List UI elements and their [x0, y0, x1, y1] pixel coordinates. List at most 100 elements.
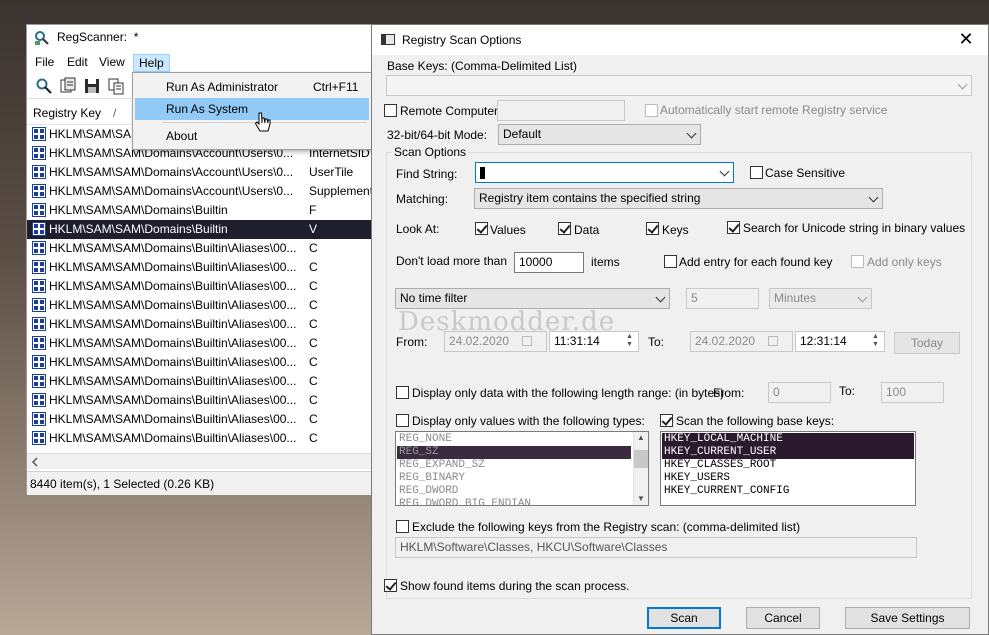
results-list[interactable]: HKLM\SAM\SAM HKLM\SAM\SAM\Domains\Account…: [27, 125, 375, 453]
table-row[interactable]: HKLM\SAM\SAM\Domains\Builtin F: [27, 201, 375, 220]
list-item[interactable]: REG_EXPAND_SZ: [397, 459, 631, 472]
scan-options-label: Scan Options: [392, 145, 469, 159]
length-from-input[interactable]: 0: [768, 382, 831, 403]
list-item[interactable]: HKEY_CURRENT_USER: [662, 446, 914, 459]
close-icon[interactable]: ✕: [955, 29, 977, 51]
table-row[interactable]: HKLM\SAM\SAM\Domains\Account\Users\0... S…: [27, 182, 375, 201]
menu-help[interactable]: Help: [133, 54, 170, 72]
table-row[interactable]: HKLM\SAM\SAM\Domains\Builtin\Aliases\00.…: [27, 239, 375, 258]
scan-icon[interactable]: [35, 77, 53, 95]
list-item[interactable]: REG_BINARY: [397, 472, 631, 485]
dialog-title-bar[interactable]: Registry Scan Options ✕: [372, 25, 988, 55]
mode-select[interactable]: Default: [498, 124, 701, 145]
list-item[interactable]: HKEY_CLASSES_ROOT: [662, 459, 914, 472]
scroll-thumb[interactable]: [634, 450, 648, 468]
export-icon[interactable]: [59, 77, 77, 95]
menu-item-label: Run As System: [166, 102, 249, 116]
today-button[interactable]: Today: [894, 332, 960, 354]
list-item[interactable]: HKEY_LOCAL_MACHINE: [662, 433, 914, 446]
add-only-keys-checkbox[interactable]: [851, 255, 864, 268]
table-row[interactable]: HKLM\SAM\SAM\Domains\Builtin\Aliases\00.…: [27, 334, 375, 353]
value-types-listbox[interactable]: REG_DWORD_BIG_ENDIAN REG_DWORD REG_BINARY R…: [395, 431, 649, 506]
menu-item-run-as-administrator[interactable]: Run As Administrator Ctrl+F11: [135, 76, 369, 98]
cancel-button[interactable]: Cancel: [746, 607, 820, 629]
regscanner-title-bar[interactable]: RegScanner: *: [27, 25, 375, 51]
table-row[interactable]: HKLM\SAM\SAM\Domains\Builtin\Aliases\00.…: [27, 410, 375, 429]
remote-computer-input[interactable]: [497, 100, 625, 121]
to-date-picker[interactable]: 24.02.2020: [690, 331, 793, 352]
value-types-checkbox[interactable]: [396, 414, 409, 427]
scroll-left-icon[interactable]: [30, 457, 40, 467]
menu-item-about[interactable]: About: [135, 125, 369, 147]
max-items-input[interactable]: 10000: [514, 252, 584, 273]
base-keys-combo[interactable]: [386, 75, 972, 96]
look-at-data-checkbox[interactable]: [558, 222, 571, 235]
registry-value-cell: Supplement: [309, 184, 374, 198]
registry-entry-icon: [32, 222, 46, 236]
time-amount-input[interactable]: 5: [686, 288, 759, 309]
scan-button[interactable]: Scan: [647, 607, 721, 629]
table-row[interactable]: HKLM\SAM\SAM\Domains\Builtin V: [27, 220, 375, 239]
scroll-up-icon[interactable]: ▲: [637, 433, 645, 442]
table-row[interactable]: HKLM\SAM\SAM\Domains\Builtin\Aliases\00.…: [27, 315, 375, 334]
to-date-value: 24.02.2020: [695, 334, 756, 348]
table-row[interactable]: HKLM\SAM\SAM\Domains\Builtin\Aliases\00.…: [27, 391, 375, 410]
look-at-values-checkbox[interactable]: [475, 222, 488, 235]
scan-base-keys-listbox[interactable]: HKEY_LOCAL_MACHINE HKEY_CURRENT_USER HKEY_…: [660, 431, 916, 506]
to-time-picker[interactable]: 12:31:14 ▲ ▼: [795, 331, 885, 352]
unicode-binary-checkbox[interactable]: [727, 221, 740, 234]
save-settings-button[interactable]: Save Settings: [845, 607, 970, 629]
scan-base-keys-checkbox[interactable]: [660, 414, 673, 427]
table-row[interactable]: HKLM\SAM\SAM\Domains\Builtin\Aliases\00.…: [27, 277, 375, 296]
time-unit-select[interactable]: Minutes: [769, 288, 872, 309]
to-label: To:: [648, 335, 665, 349]
copy-icon[interactable]: [107, 77, 125, 95]
exclude-keys-input[interactable]: HKLM\Software\Classes, HKCU\Software\Cla…: [395, 537, 917, 558]
list-item[interactable]: HKEY_CURRENT_CONFIG: [662, 485, 914, 498]
length-to-input[interactable]: 100: [881, 382, 944, 403]
table-row[interactable]: HKLM\SAM\SAM\Domains\Builtin\Aliases\00.…: [27, 296, 375, 315]
table-row[interactable]: HKLM\SAM\SAM\Domains\Builtin\Aliases\00.…: [27, 258, 375, 277]
from-time-picker[interactable]: 11:31:14 ▲ ▼: [549, 331, 639, 352]
find-string-input[interactable]: [475, 162, 734, 183]
save-icon[interactable]: [83, 77, 101, 95]
column-registry-key[interactable]: Registry Key: [33, 106, 101, 120]
to-time-value: 12:31:14: [800, 334, 847, 348]
matching-select[interactable]: Registry item contains the specified str…: [474, 188, 883, 209]
menu-file[interactable]: File: [30, 54, 59, 72]
list-item[interactable]: REG_DWORD_BIG_ENDIAN: [397, 498, 631, 505]
table-row[interactable]: HKLM\SAM\SAM\Domains\Account\Users\0... U…: [27, 163, 375, 182]
registry-entry-icon: [32, 203, 46, 217]
mode-value: Default: [503, 127, 542, 141]
look-at-keys-checkbox[interactable]: [646, 222, 659, 235]
hand-cursor-icon: [254, 112, 271, 132]
menu-edit[interactable]: Edit: [62, 54, 93, 72]
auto-start-checkbox[interactable]: [645, 104, 658, 117]
list-item[interactable]: HKEY_USERS: [662, 472, 914, 485]
value-types-scrollbar[interactable]: ▲ ▼: [633, 432, 648, 505]
from-label: From:: [396, 335, 428, 349]
show-found-checkbox[interactable]: [384, 579, 397, 592]
length-range-checkbox[interactable]: [396, 386, 409, 399]
time-filter-select[interactable]: No time filter: [395, 288, 670, 309]
from-date-picker[interactable]: 24.02.2020: [444, 331, 547, 352]
exclude-keys-checkbox[interactable]: [396, 520, 409, 533]
registry-value-cell: UserTile: [309, 165, 354, 179]
table-row[interactable]: HKLM\SAM\SAM\Domains\Builtin\Aliases\00.…: [27, 429, 375, 448]
menu-item-run-as-system[interactable]: Run As System: [135, 98, 369, 120]
table-row[interactable]: HKLM\SAM\SAM\Domains\Builtin\Aliases\00.…: [27, 372, 375, 391]
case-sensitive-checkbox[interactable]: [750, 166, 763, 179]
menu-view[interactable]: View: [94, 54, 130, 72]
table-row[interactable]: HKLM\SAM\SAM\Domains\Builtin\Aliases\00.…: [27, 353, 375, 372]
list-item[interactable]: REG_SZ: [397, 446, 631, 459]
list-item[interactable]: REG_NONE: [397, 433, 631, 446]
add-entry-checkbox[interactable]: [664, 255, 677, 268]
registry-key-cell: HKLM\SAM\SAM\Domains\Builtin\Aliases\00.…: [49, 241, 297, 255]
spin-arrows-icon[interactable]: ▲ ▼: [872, 333, 882, 349]
scroll-down-icon[interactable]: ▼: [637, 494, 645, 503]
remote-computer-checkbox[interactable]: [384, 104, 397, 117]
registry-value-cell: V: [309, 222, 318, 236]
spin-arrows-icon[interactable]: ▲ ▼: [626, 333, 636, 349]
results-horizontal-scrollbar[interactable]: [27, 453, 375, 469]
list-item[interactable]: REG_DWORD: [397, 485, 631, 498]
